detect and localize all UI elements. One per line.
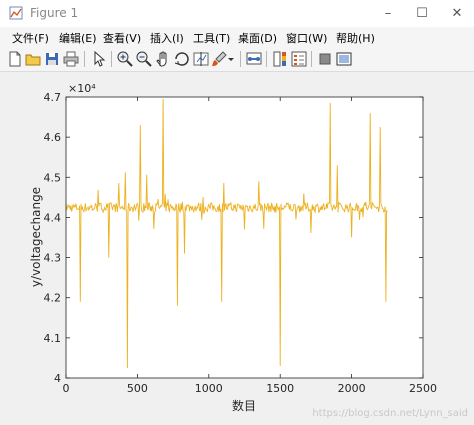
window-titlebar: Figure 1 – ☐ ✕ bbox=[0, 0, 474, 27]
toolbar-separator bbox=[311, 51, 312, 67]
menubar: 文件(F) 编辑(E) 查看(V) 插入(I) 工具(T) 桌面(D) 窗口(W… bbox=[0, 27, 474, 47]
pointer-icon[interactable] bbox=[90, 50, 108, 68]
y-tick-label: 4 bbox=[54, 372, 61, 385]
minimize-button[interactable]: – bbox=[371, 0, 405, 27]
menu-help[interactable]: 帮助(H) bbox=[336, 30, 375, 46]
toolbar bbox=[0, 47, 474, 72]
menu-desktop[interactable]: 桌面(D) bbox=[238, 30, 277, 46]
hide-plot-tools-icon[interactable] bbox=[316, 50, 334, 68]
y-tick-label: 4.2 bbox=[44, 292, 62, 305]
menu-tools[interactable]: 工具(T) bbox=[193, 30, 230, 46]
axes-background bbox=[66, 97, 423, 378]
toolbar-separator bbox=[266, 51, 267, 67]
y-axis-label: y/voltagechange bbox=[29, 187, 43, 287]
menu-insert[interactable]: 插入(I) bbox=[150, 30, 184, 46]
toolbar-separator bbox=[240, 51, 241, 67]
menu-view[interactable]: 查看(V) bbox=[103, 30, 141, 46]
y-tick-label: 4.7 bbox=[44, 91, 62, 104]
x-tick-label: 1000 bbox=[195, 382, 223, 395]
line-chart[interactable]: 0 500 1000 1500 2000 2500 4 4.1 4.2 4.3 4.4 4.5 4.6… bbox=[0, 72, 474, 422]
menu-window[interactable]: 窗口(W) bbox=[286, 30, 327, 46]
link-plot-icon[interactable] bbox=[245, 50, 263, 68]
menu-file[interactable]: 文件(F) bbox=[12, 30, 49, 46]
y-tick-label: 4.1 bbox=[44, 332, 62, 345]
matlab-figure-icon bbox=[9, 6, 23, 20]
colorbar-icon[interactable] bbox=[271, 50, 289, 68]
y-tick-label: 4.6 bbox=[44, 131, 62, 144]
open-file-icon[interactable] bbox=[24, 50, 42, 68]
show-plot-tools-icon[interactable] bbox=[335, 50, 353, 68]
rotate-3d-icon[interactable] bbox=[173, 50, 191, 68]
figure-canvas: 0 500 1000 1500 2000 2500 4 4.1 4.2 4.3 4.4 4.5 4.6… bbox=[0, 72, 474, 422]
toolbar-separator bbox=[111, 51, 112, 67]
maximize-button[interactable]: ☐ bbox=[405, 0, 439, 27]
x-tick-label: 2500 bbox=[409, 382, 437, 395]
legend-icon[interactable] bbox=[290, 50, 308, 68]
x-tick-label: 2000 bbox=[338, 382, 366, 395]
y-tick-label: 4.3 bbox=[44, 252, 62, 265]
chevron-down-icon[interactable] bbox=[226, 50, 236, 68]
save-icon[interactable] bbox=[43, 50, 61, 68]
x-tick-label: 1500 bbox=[266, 382, 294, 395]
close-button[interactable]: ✕ bbox=[440, 0, 474, 27]
new-figure-icon[interactable] bbox=[6, 50, 24, 68]
y-exponent-label: ×10⁴ bbox=[68, 82, 96, 95]
menu-edit[interactable]: 编辑(E) bbox=[59, 30, 97, 46]
toolbar-separator bbox=[84, 51, 85, 67]
print-icon[interactable] bbox=[62, 50, 80, 68]
x-tick-label: 500 bbox=[127, 382, 148, 395]
pan-icon[interactable] bbox=[154, 50, 172, 68]
x-axis-label: 数目 bbox=[232, 398, 256, 413]
x-tick-label: 0 bbox=[63, 382, 70, 395]
window-title: Figure 1 bbox=[30, 6, 79, 20]
zoom-out-icon[interactable] bbox=[135, 50, 153, 68]
data-cursor-icon[interactable] bbox=[192, 50, 210, 68]
watermark: https://blog.csdn.net/Lynn_said bbox=[312, 408, 468, 419]
zoom-in-icon[interactable] bbox=[116, 50, 134, 68]
y-tick-label: 4.5 bbox=[44, 171, 62, 184]
y-tick-label: 4.4 bbox=[44, 211, 62, 224]
